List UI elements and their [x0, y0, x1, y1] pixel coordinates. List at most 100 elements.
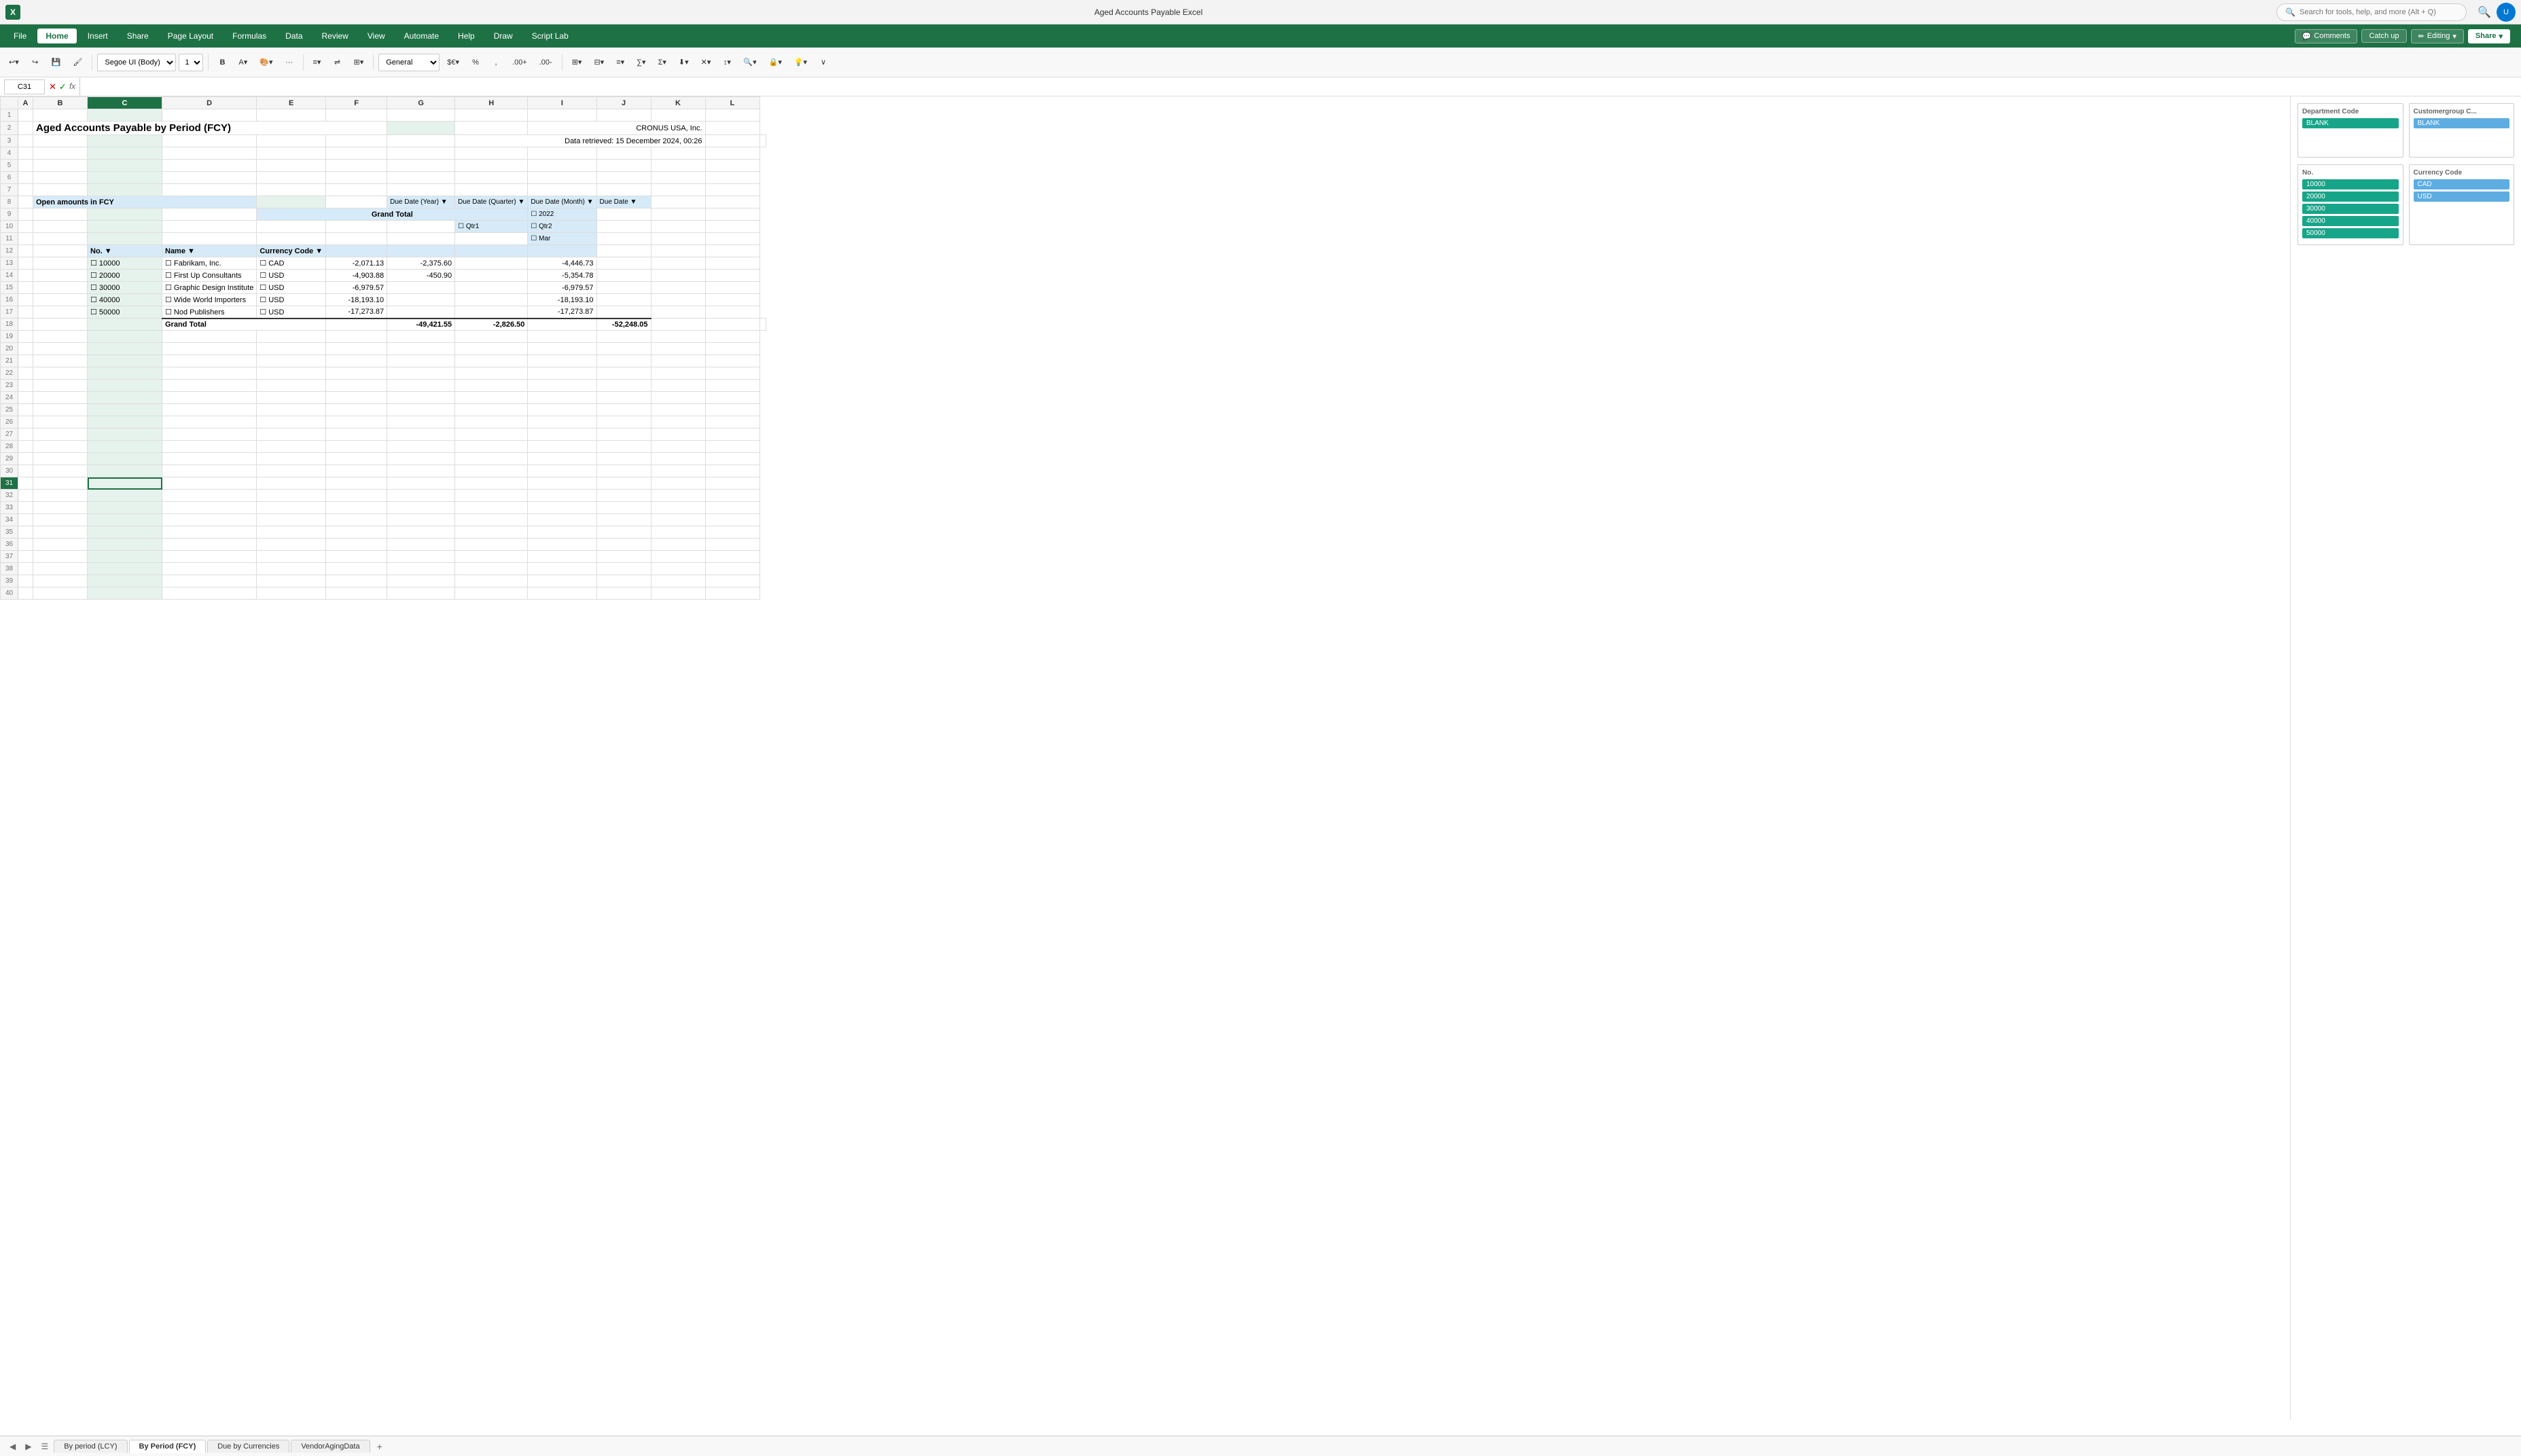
col-header-J[interactable]: J [596, 97, 651, 109]
cell[interactable] [596, 465, 651, 477]
tab-by-period-lcy[interactable]: By period (LCY) [54, 1440, 127, 1453]
cell[interactable] [18, 514, 33, 526]
add-sheet-button[interactable]: + [372, 1440, 388, 1453]
cell[interactable] [455, 282, 528, 294]
cell[interactable] [88, 343, 162, 355]
cell[interactable] [88, 514, 162, 526]
cell[interactable] [18, 502, 33, 514]
cell[interactable] [528, 109, 596, 122]
cell[interactable] [455, 392, 528, 404]
cell[interactable] [528, 147, 596, 160]
cell[interactable] [33, 404, 88, 416]
cell[interactable]: -6,979.57 [528, 282, 596, 294]
cell[interactable] [455, 122, 528, 135]
cell[interactable]: ☐ USD [257, 294, 326, 306]
cell[interactable] [596, 416, 651, 429]
cell[interactable] [326, 490, 387, 502]
cell[interactable] [455, 502, 528, 514]
cell[interactable] [33, 539, 88, 551]
cell[interactable] [596, 477, 651, 490]
cell[interactable] [18, 147, 33, 160]
cell[interactable] [18, 441, 33, 453]
cell[interactable] [18, 318, 33, 331]
cell[interactable] [759, 135, 766, 147]
cell[interactable] [33, 257, 88, 270]
cell[interactable] [326, 233, 387, 245]
cell[interactable] [651, 404, 705, 416]
cell[interactable] [33, 575, 88, 587]
cell[interactable] [162, 490, 257, 502]
cell[interactable] [528, 526, 596, 539]
cell[interactable] [18, 135, 33, 147]
cell[interactable] [596, 294, 651, 306]
col-header-C[interactable]: C [88, 97, 162, 109]
cell[interactable] [33, 453, 88, 465]
cell[interactable] [651, 257, 705, 270]
cell[interactable] [18, 208, 33, 221]
cell[interactable] [455, 404, 528, 416]
cell[interactable] [651, 270, 705, 282]
cell[interactable] [705, 551, 759, 563]
cell[interactable] [18, 575, 33, 587]
cell[interactable] [455, 465, 528, 477]
cell[interactable] [18, 539, 33, 551]
ribbon-tab-formulas[interactable]: Formulas [224, 29, 274, 43]
cell[interactable] [387, 392, 455, 404]
tab-by-period-fcy[interactable]: By Period (FCY) [129, 1440, 207, 1453]
cell[interactable] [705, 490, 759, 502]
cell[interactable] [705, 184, 759, 196]
cell[interactable] [387, 514, 455, 526]
cell[interactable] [88, 587, 162, 600]
cell[interactable] [162, 380, 257, 392]
cell[interactable]: -17,273.87 [528, 306, 596, 318]
cell[interactable] [162, 453, 257, 465]
cell[interactable] [257, 502, 326, 514]
cell[interactable] [33, 490, 88, 502]
cell[interactable] [705, 233, 759, 245]
cell[interactable] [257, 221, 326, 233]
cell[interactable] [162, 331, 257, 343]
cell[interactable] [257, 196, 326, 208]
cell[interactable] [596, 539, 651, 551]
cell[interactable] [705, 453, 759, 465]
cell[interactable] [257, 392, 326, 404]
col-header-G[interactable]: G [387, 97, 455, 109]
cell[interactable] [596, 355, 651, 367]
cell[interactable] [18, 526, 33, 539]
cell[interactable] [596, 514, 651, 526]
cell[interactable] [18, 465, 33, 477]
cell[interactable] [33, 208, 88, 221]
cell[interactable] [162, 172, 257, 184]
cell[interactable] [596, 392, 651, 404]
cell[interactable] [162, 563, 257, 575]
cell[interactable] [651, 526, 705, 539]
cell[interactable] [326, 526, 387, 539]
cell[interactable] [528, 343, 596, 355]
cell[interactable] [257, 575, 326, 587]
cell[interactable] [651, 575, 705, 587]
cell[interactable] [387, 429, 455, 441]
department-code-chip[interactable]: BLANK [2302, 118, 2399, 128]
col-header-E[interactable]: E [257, 97, 326, 109]
cell[interactable] [651, 245, 705, 257]
cell[interactable] [705, 147, 759, 160]
cell[interactable] [705, 245, 759, 257]
cell[interactable] [88, 441, 162, 453]
cell[interactable] [387, 184, 455, 196]
cell[interactable] [257, 109, 326, 122]
cell[interactable] [33, 233, 88, 245]
cell[interactable] [705, 380, 759, 392]
avatar[interactable]: U [2497, 3, 2516, 22]
nav-prev-button[interactable]: ◀ [5, 1440, 20, 1453]
cell[interactable]: -18,193.10 [528, 294, 596, 306]
cell[interactable]: -450.90 [387, 270, 455, 282]
cell[interactable] [326, 343, 387, 355]
cell[interactable] [326, 441, 387, 453]
cell[interactable] [257, 514, 326, 526]
cell[interactable] [387, 221, 455, 233]
cell[interactable] [651, 490, 705, 502]
cell[interactable] [33, 477, 88, 490]
cell[interactable] [596, 563, 651, 575]
cell[interactable]: -4,903.88 [326, 270, 387, 282]
cell[interactable] [705, 502, 759, 514]
